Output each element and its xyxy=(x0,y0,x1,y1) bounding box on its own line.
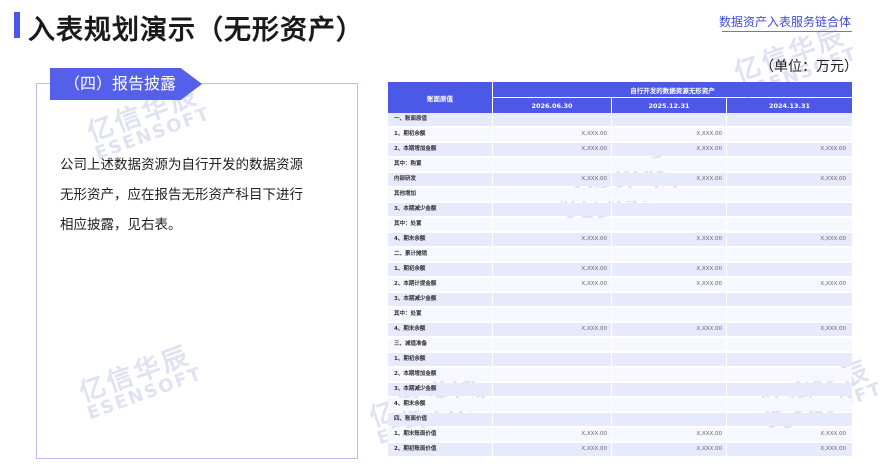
table-row: 2、本期增加金额 X,XXX.00 X,XXX.00 X,XXX.00 xyxy=(388,143,852,156)
row-label: 一、账面原值 xyxy=(394,116,428,122)
row-label: 3、本期减少金额 xyxy=(394,206,437,212)
table-header-column: 2024.13.31 xyxy=(727,98,852,113)
table-row: 二、累计摊销 xyxy=(388,248,852,261)
table-row: 1、期初余额 X,XXX.00 X,XXX.00 xyxy=(388,263,852,276)
row-label: 2、期初账面价值 xyxy=(394,446,437,452)
row-label: 二、累计摊销 xyxy=(394,251,428,257)
row-label: 1、期初余额 xyxy=(394,356,426,362)
row-label: 其中：处置 xyxy=(394,221,422,227)
row-label: 3、本期减少金额 xyxy=(394,296,437,302)
table-row: 四、账面价值 xyxy=(388,413,852,426)
table-header-row-label: 账面原值 xyxy=(388,82,492,113)
table-row: 1、期初余额 X,XXX.00 X,XXX.00 xyxy=(388,128,852,141)
table-row: 3、本期减少金额 xyxy=(388,383,852,396)
row-value: X,XXX.00 xyxy=(820,431,846,437)
page-title: 入表规划演示（无形资产） xyxy=(28,15,364,46)
row-value: X,XXX.00 xyxy=(696,146,722,152)
table-row: 3、本期减少金额 xyxy=(388,203,852,216)
row-label: 其中：购置 xyxy=(394,161,422,167)
table-row: 2、期初账面价值 X,XXX.00 X,XXX.00 X,XXX.00 xyxy=(388,443,852,456)
section-tag: （四）报告披露 xyxy=(50,68,202,100)
table-row: 其中：处置 xyxy=(388,308,852,321)
brand-underline xyxy=(722,31,852,32)
table-row: 2、本期计提金额 X,XXX.00 X,XXX.00 X,XXX.00 xyxy=(388,278,852,291)
disclosure-table: 账面原值 自行开发的数据资源无形资产 2026.06.30 2025.12.31… xyxy=(388,82,852,458)
column-divider xyxy=(492,113,493,458)
row-value: X,XXX.00 xyxy=(820,281,846,287)
row-label: 1、期初余额 xyxy=(394,131,426,137)
table-row: 3、本期减少金额 xyxy=(388,293,852,306)
row-value: X,XXX.00 xyxy=(581,236,607,242)
description-line: 相应披露，见右表。 xyxy=(60,217,182,233)
row-label: 2、本期增加金额 xyxy=(394,371,437,377)
row-value: X,XXX.00 xyxy=(696,281,722,287)
row-value: X,XXX.00 xyxy=(820,146,846,152)
table-row: 1、期初余额 xyxy=(388,353,852,366)
row-value: X,XXX.00 xyxy=(820,326,846,332)
row-value: X,XXX.00 xyxy=(581,266,607,272)
row-value: X,XXX.00 xyxy=(581,281,607,287)
row-label: 2、本期增加金额 xyxy=(394,146,437,152)
row-value: X,XXX.00 xyxy=(581,431,607,437)
table-row: 4、期末余额 X,XXX.00 X,XXX.00 X,XXX.00 xyxy=(388,233,852,246)
row-value: X,XXX.00 xyxy=(696,431,722,437)
description-line: 无形资产，应在报告无形资产科目下进行 xyxy=(60,187,303,203)
row-label: 2、本期计提金额 xyxy=(394,281,437,287)
row-label: 其中：处置 xyxy=(394,311,422,317)
description-text: 公司上述数据资源为自行开发的数据资源 无形资产，应在报告无形资产科目下进行 相应… xyxy=(60,150,350,240)
table-row: 4、期末余额 xyxy=(388,398,852,411)
table-row: 一、账面原值 xyxy=(388,113,852,126)
row-label: 1、期末账面价值 xyxy=(394,431,437,437)
row-label: 3、本期减少金额 xyxy=(394,386,437,392)
row-value: X,XXX.00 xyxy=(581,326,607,332)
brand-link[interactable]: 数据资产入表服务链合体 xyxy=(719,13,851,30)
row-value: X,XXX.00 xyxy=(581,131,607,137)
table-row: 其中：购置 xyxy=(388,158,852,171)
row-value: X,XXX.00 xyxy=(696,266,722,272)
title-accent-bar xyxy=(14,12,20,38)
row-label: 其他增加 xyxy=(394,191,417,197)
row-label: 4、期末余额 xyxy=(394,326,426,332)
table-header-column: 2025.12.31 xyxy=(612,98,726,113)
table-row: 4、期末余额 X,XXX.00 X,XXX.00 X,XXX.00 xyxy=(388,323,852,336)
row-value: X,XXX.00 xyxy=(820,176,846,182)
table-row: 内部研发 X,XXX.00 X,XXX.00 X,XXX.00 xyxy=(388,173,852,186)
row-label: 4、期末余额 xyxy=(394,236,426,242)
table-row: 三、减值准备 xyxy=(388,338,852,351)
table-row: 其他增加 xyxy=(388,188,852,201)
table-row: 1、期末账面价值 X,XXX.00 X,XXX.00 X,XXX.00 xyxy=(388,428,852,441)
unit-label: （单位：万元） xyxy=(760,59,858,75)
row-label: 内部研发 xyxy=(394,176,417,182)
row-value: X,XXX.00 xyxy=(696,176,722,182)
row-label: 1、期初余额 xyxy=(394,266,426,272)
table-row: 2、本期增加金额 xyxy=(388,368,852,381)
description-line: 公司上述数据资源为自行开发的数据资源 xyxy=(60,157,303,173)
row-value: X,XXX.00 xyxy=(696,236,722,242)
table-header-group: 自行开发的数据资源无形资产 xyxy=(493,82,852,97)
row-value: X,XXX.00 xyxy=(820,236,846,242)
row-value: X,XXX.00 xyxy=(696,446,722,452)
row-label: 四、账面价值 xyxy=(394,416,428,422)
description-panel xyxy=(36,83,358,459)
table-header-column: 2026.06.30 xyxy=(493,98,611,113)
column-divider xyxy=(726,113,727,458)
row-value: X,XXX.00 xyxy=(696,326,722,332)
row-value: X,XXX.00 xyxy=(581,176,607,182)
row-value: X,XXX.00 xyxy=(581,446,607,452)
row-label: 三、减值准备 xyxy=(394,341,428,347)
row-value: X,XXX.00 xyxy=(581,146,607,152)
column-divider xyxy=(611,113,612,458)
row-value: X,XXX.00 xyxy=(696,131,722,137)
row-value: X,XXX.00 xyxy=(820,446,846,452)
row-label: 4、期末余额 xyxy=(394,401,426,407)
table-row: 其中：处置 xyxy=(388,218,852,231)
